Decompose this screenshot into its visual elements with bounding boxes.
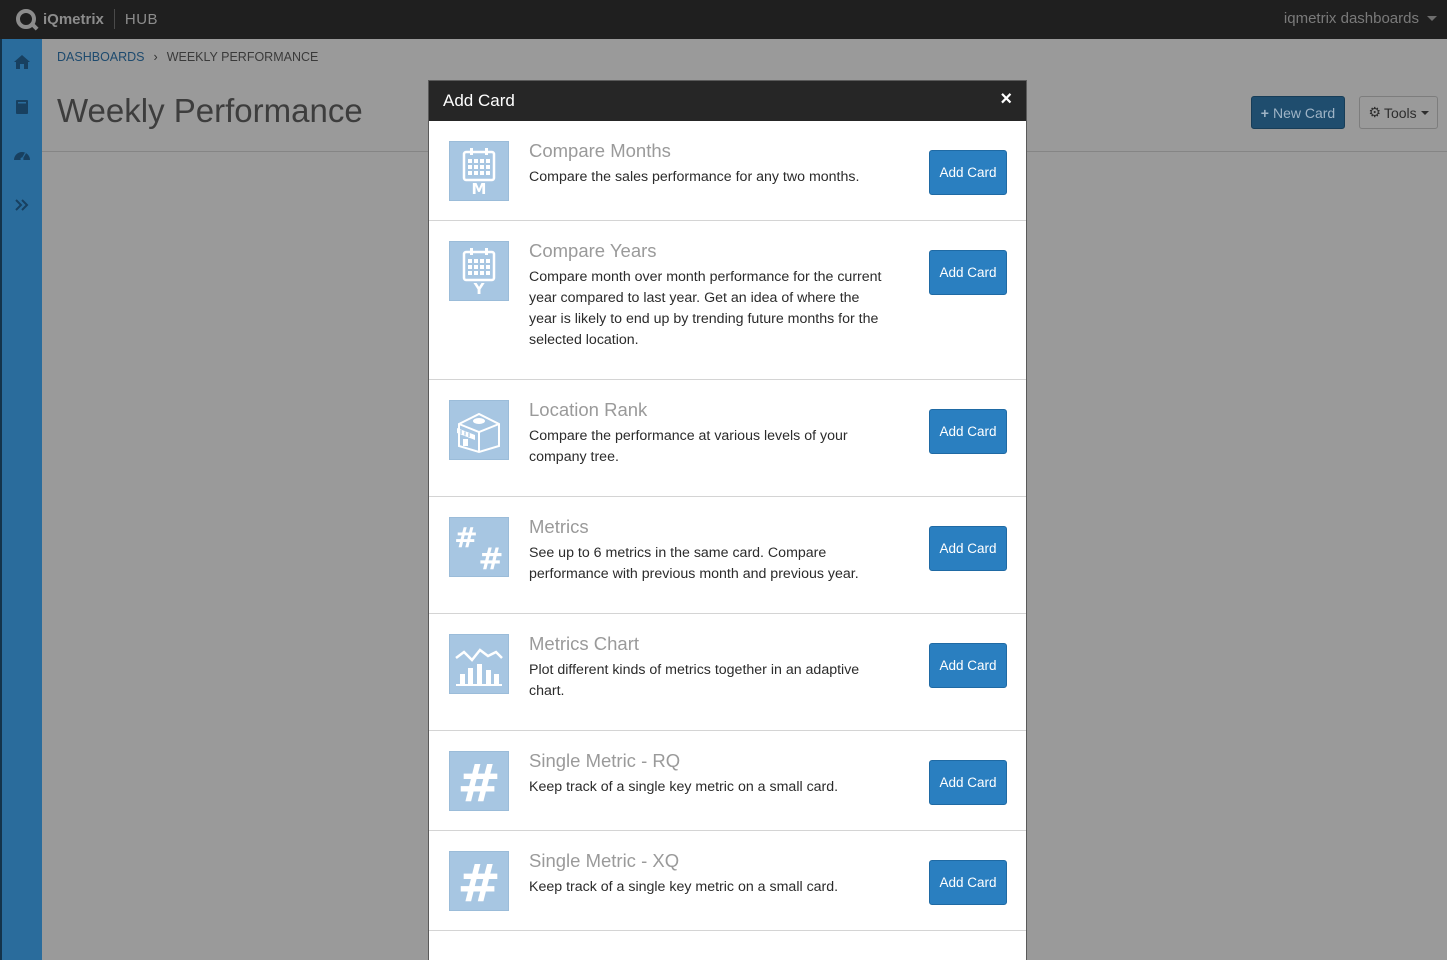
add-card-button-location-rank[interactable]: Add Card	[929, 409, 1007, 454]
add-card-button-metrics-chart[interactable]: Add Card	[929, 643, 1007, 688]
card-name: Single Metric - RQ	[529, 750, 681, 771]
svg-text:#: #	[454, 521, 477, 554]
breadcrumb-current: WEEKLY PERFORMANCE	[166, 50, 319, 64]
card-description: Keep track of a single key metric on a s…	[529, 879, 839, 895]
add-card-button-metrics[interactable]: Add Card	[929, 526, 1007, 571]
hash-icon: #	[449, 751, 509, 811]
account-dropdown[interactable]: iqmetrix dashboards	[1284, 10, 1437, 27]
breadcrumb: DASHBOARDS › WEEKLY PERFORMANCE	[57, 50, 318, 64]
card-option-location-rank: Location Rank Compare the performance at…	[429, 380, 1026, 497]
home-icon[interactable]	[12, 53, 32, 71]
add-card-modal: Add Card × M Compare Months Compare the …	[428, 80, 1027, 960]
modal-header: Add Card ×	[429, 81, 1026, 121]
caret-down-icon	[1427, 16, 1437, 21]
card-description: Keep track of a single key metric on a s…	[529, 779, 839, 795]
caret-down-icon	[1420, 110, 1429, 115]
calendar-y-icon: Y	[449, 241, 509, 301]
account-dropdown-label: iqmetrix dashboards	[1283, 10, 1419, 27]
plus-icon: +	[1260, 104, 1269, 121]
close-icon[interactable]: ×	[1000, 89, 1012, 109]
card-option-metrics: # # Metrics See up to 6 metrics in the s…	[429, 497, 1026, 614]
card-name: Compare Years	[529, 240, 657, 261]
tools-label: Tools	[1383, 104, 1417, 121]
tools-dropdown-button[interactable]: ⚙ Tools	[1359, 96, 1438, 129]
card-description: Compare the performance at various level…	[529, 428, 848, 465]
brand-divider	[113, 9, 115, 29]
book-icon[interactable]	[12, 98, 32, 116]
svg-text:Y: Y	[473, 280, 486, 296]
add-card-button-compare-months[interactable]: Add Card	[929, 150, 1007, 195]
card-name: Compare Months	[529, 140, 671, 161]
breadcrumb-dashboards-link[interactable]: DASHBOARDS	[57, 50, 145, 64]
app-name: HUB	[124, 10, 159, 28]
bar-line-chart-icon	[449, 634, 509, 694]
card-description: Plot different kinds of metrics together…	[529, 662, 860, 699]
svg-text:#: #	[478, 542, 503, 575]
top-navbar: iQmetrix HUB iqmetrix dashboards	[0, 0, 1447, 39]
svg-text:#: #	[457, 754, 501, 808]
breadcrumb-chevron-icon: ›	[153, 50, 158, 64]
add-card-button-single-metric-xq[interactable]: Add Card	[929, 860, 1007, 905]
modal-title: Add Card	[443, 91, 515, 110]
card-description: Compare month over month performance for…	[529, 269, 882, 348]
card-name: Metrics Chart	[529, 633, 639, 654]
new-card-label: New Card	[1272, 104, 1336, 121]
svg-text:#: #	[457, 854, 501, 908]
store-icon	[449, 400, 509, 460]
new-card-button[interactable]: + New Card	[1251, 96, 1345, 129]
svg-text:M: M	[472, 180, 487, 196]
card-description: See up to 6 metrics in the same card. Co…	[529, 545, 859, 582]
card-name: Single Metric - XQ	[529, 850, 680, 871]
card-option-compare-months: M Compare Months Compare the sales perfo…	[429, 121, 1026, 221]
page-title: Weekly Performance	[57, 92, 363, 129]
card-option-metrics-chart: Metrics Chart Plot different kinds of me…	[429, 614, 1026, 731]
dashboard-gauge-icon[interactable]	[12, 146, 32, 164]
expand-chevrons-icon[interactable]	[12, 196, 32, 214]
card-description: Compare the sales performance for any tw…	[529, 169, 860, 185]
gear-icon: ⚙	[1368, 104, 1381, 120]
brand-logo[interactable]: iQmetrix HUB	[16, 8, 158, 30]
double-hash-icon: # #	[449, 517, 509, 577]
brand-name: iQmetrix	[43, 10, 104, 28]
card-name: Metrics	[529, 516, 589, 537]
add-card-button-compare-years[interactable]: Add Card	[929, 250, 1007, 295]
left-sidebar	[0, 39, 42, 960]
calendar-m-icon: M	[449, 141, 509, 201]
card-option-single-metric-rq: # Single Metric - RQ Keep track of a sin…	[429, 731, 1026, 831]
card-option-compare-years: Y Compare Years Compare month over month…	[429, 221, 1026, 380]
card-name: Location Rank	[529, 399, 648, 420]
card-option-single-metric-xq: # Single Metric - XQ Keep track of a sin…	[429, 831, 1026, 931]
iqmetrix-logo-icon	[16, 9, 36, 29]
add-card-button-single-metric-rq[interactable]: Add Card	[929, 760, 1007, 805]
hash-icon: #	[449, 851, 509, 911]
